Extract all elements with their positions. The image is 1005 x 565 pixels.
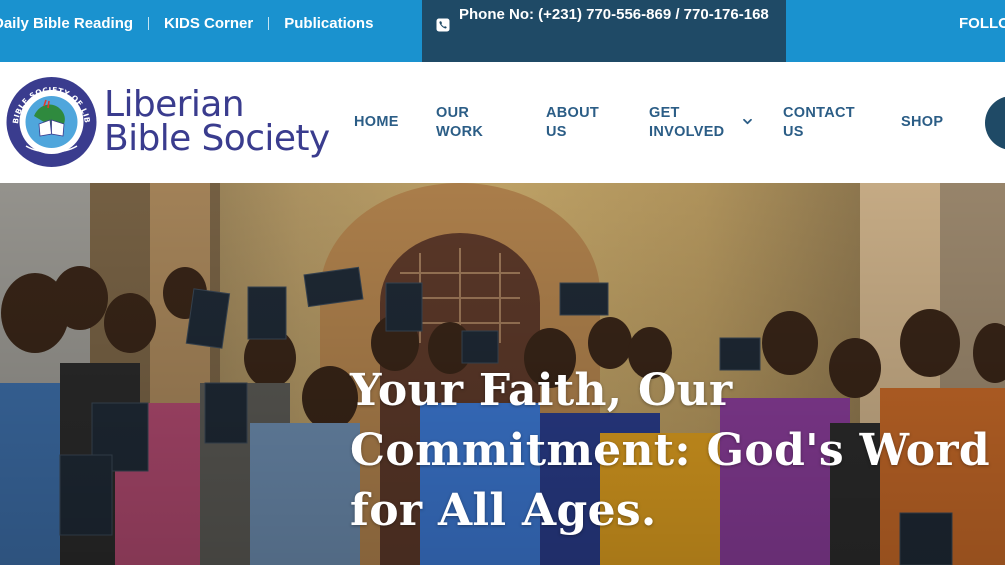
kids-corner-link[interactable]: KIDS Corner (164, 15, 253, 32)
top-links: Daily Bible Reading KIDS Corner Publicat… (0, 0, 373, 47)
logo-line-1: Liberian (104, 84, 245, 125)
site-header: BIBLE SOCIETY OF LIBERIA Liberian Bible … (0, 62, 1005, 183)
hero-banner: Your Faith, Our Commitment: God's Word f… (0, 183, 1005, 565)
nav-get-involved[interactable]: GET INVOLVED (649, 62, 725, 183)
bible-society-logo[interactable]: BIBLE SOCIETY OF LIBERIA (4, 76, 99, 168)
top-bar: Daily Bible Reading KIDS Corner Publicat… (0, 0, 1005, 62)
chevron-down-icon[interactable] (742, 116, 753, 127)
nav-our-work[interactable]: OUR WORK (436, 62, 492, 183)
nav-home[interactable]: HOME (354, 62, 404, 183)
hero-title: Your Faith, Our Commitment: God's Word f… (350, 365, 990, 536)
logo-line-2: Bible Society (104, 118, 330, 159)
publications-link[interactable]: Publications (284, 15, 373, 32)
nav-about-us[interactable]: ABOUT US (546, 62, 604, 183)
phone-box: Phone No: (+231) 770-556-869 / 770-176-1… (422, 0, 786, 62)
nav-contact-us[interactable]: CONTACT US (783, 62, 855, 183)
nav-shop[interactable]: SHOP (901, 62, 961, 183)
follow-us-label: FOLLOW US (959, 15, 1005, 32)
divider (148, 17, 150, 30)
search-icon[interactable] (985, 96, 1005, 150)
phone-number[interactable]: Phone No: (+231) 770-556-869 / 770-176-1… (459, 3, 777, 26)
divider (268, 17, 270, 30)
daily-bible-reading-link[interactable]: Daily Bible Reading (0, 15, 133, 32)
site-logo-text[interactable]: Liberian Bible Society (104, 84, 330, 159)
phone-icon (436, 18, 450, 32)
